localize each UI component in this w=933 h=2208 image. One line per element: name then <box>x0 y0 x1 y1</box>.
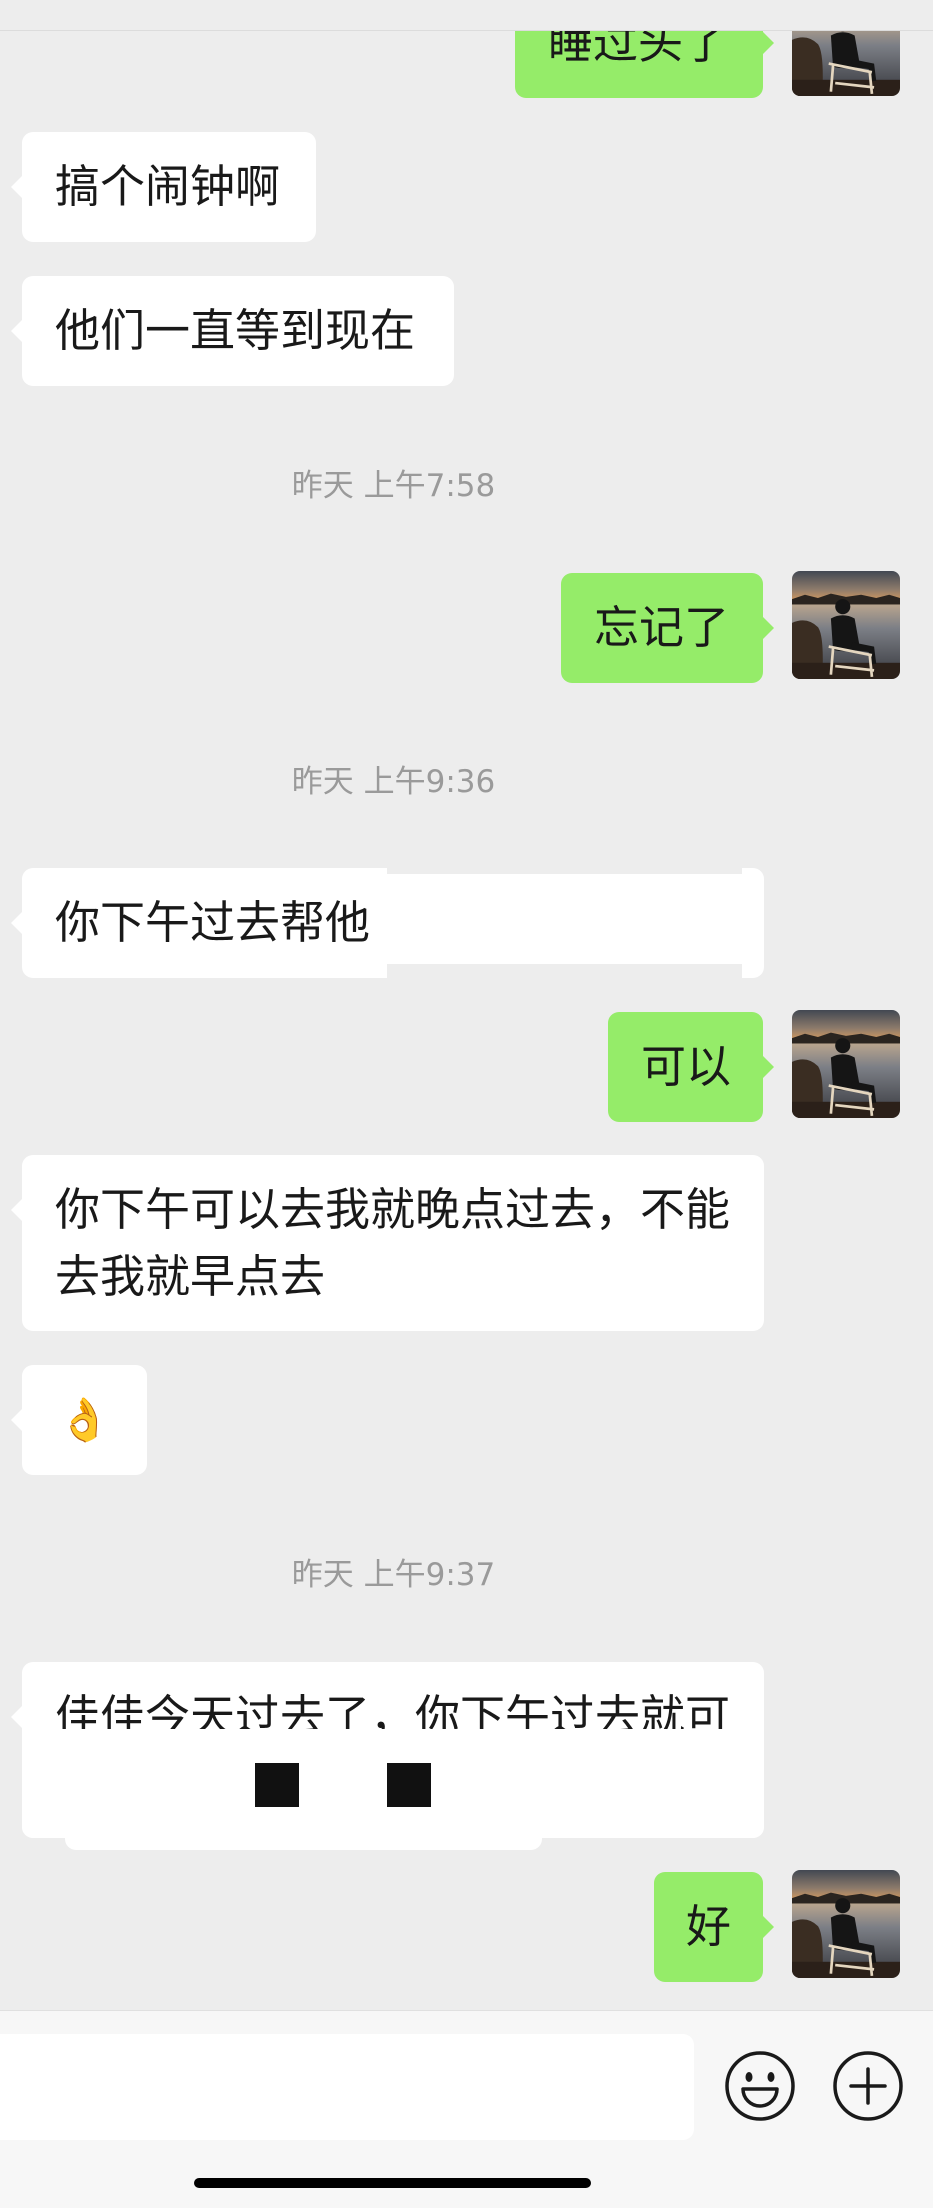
redaction-block <box>255 1763 299 1807</box>
message-text: 忘记了 <box>594 601 730 654</box>
redaction-cover <box>65 1826 542 1850</box>
message-text: 可以 <box>641 1040 732 1093</box>
message-bubble-incoming[interactable]: 👌 <box>11 1365 147 1475</box>
message-timestamp: 昨天 上午9:36 <box>291 764 496 800</box>
plus-icon <box>833 2051 903 2121</box>
home-indicator <box>194 2178 591 2188</box>
redaction-artifact <box>387 964 742 979</box>
message-text: 搞个闹钟啊 <box>55 160 281 213</box>
avatar-image <box>792 1010 900 1118</box>
my-avatar[interactable] <box>792 571 900 679</box>
message-text: 你下午过去帮他 <box>55 896 371 949</box>
message-bubble-outgoing[interactable]: 好 <box>654 1872 774 1982</box>
avatar-image <box>792 1870 900 1978</box>
more-button[interactable] <box>830 2048 906 2124</box>
message-bubble-incoming[interactable]: 你下午可以去我就晚点过去，不能 去我就早点去 <box>11 1155 764 1331</box>
message-timestamp: 昨天 上午7:58 <box>291 468 496 504</box>
message-bubble-incoming[interactable]: 搞个闹钟啊 <box>11 132 316 242</box>
message-text: 好 <box>685 1900 731 1953</box>
my-avatar[interactable] <box>792 1870 900 1978</box>
message-text: 他们一直等到现在 <box>55 304 416 357</box>
message-bubble-outgoing[interactable]: 可以 <box>608 1012 774 1122</box>
avatar-image <box>792 571 900 679</box>
message-text-line: 你下午可以去我就晚点过去，不能 <box>55 1183 731 1236</box>
message-bubble-incoming[interactable]: 他们一直等到现在 <box>11 276 454 386</box>
redaction-artifact <box>387 868 742 874</box>
message-input[interactable] <box>0 2034 694 2140</box>
message-timestamp: 昨天 上午9:37 <box>291 1557 496 1593</box>
emoji-button[interactable] <box>722 2048 798 2124</box>
my-avatar[interactable] <box>792 1010 900 1118</box>
smiley-icon <box>725 2051 795 2121</box>
message-text-line: 去我就早点去 <box>55 1250 326 1303</box>
top-divider <box>0 0 933 31</box>
message-bubble-outgoing[interactable]: 忘记了 <box>561 573 774 683</box>
message-bubble-incoming[interactable]: 你下午过去帮他 <box>11 868 764 978</box>
redaction-block <box>387 1763 431 1807</box>
ok-hand-emoji: 👌 <box>58 1395 111 1444</box>
message-list[interactable]: 睡过头了 搞个闹钟啊 他们一直等到现在 昨天 上午7:58 忘记了 昨天 上午9… <box>0 0 933 2010</box>
